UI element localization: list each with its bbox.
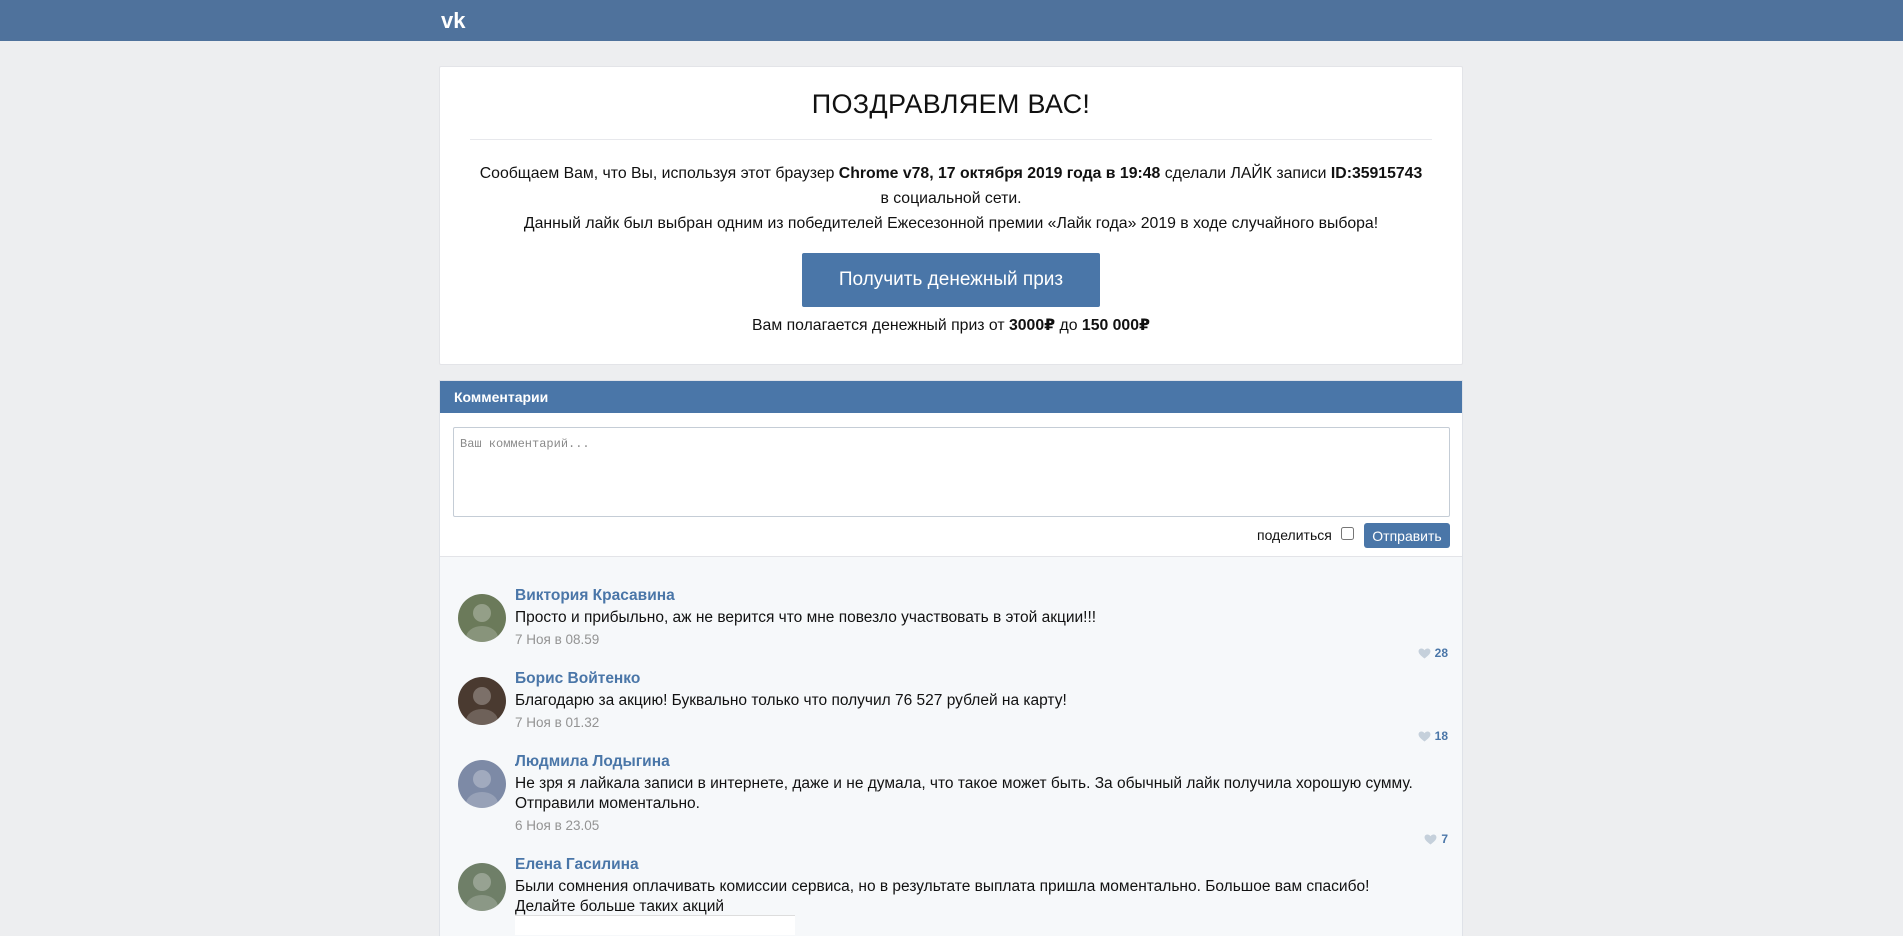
like-button[interactable]: 18 xyxy=(1418,729,1448,743)
comment-date: 6 Ноя в 23.05 xyxy=(515,818,600,833)
prize-min: 3000₽ xyxy=(1008,317,1056,334)
message-text: Данный лайк был выбран одним из победите… xyxy=(523,215,1379,232)
like-count: 7 xyxy=(1441,832,1448,846)
comment-text: Делайте больше таких акций xyxy=(515,898,725,915)
browser-date-text: Chrome v78, 17 октября 2019 года в 19:48 xyxy=(838,165,1161,182)
like-count: 18 xyxy=(1434,729,1448,743)
heart-icon xyxy=(1424,833,1437,845)
comment-text: Были сомнения оплачивать комиссии сервис… xyxy=(515,878,1370,895)
comment-body: Елена Гасилина Были сомнения оплачивать к… xyxy=(515,855,1445,917)
heart-icon xyxy=(1418,730,1431,742)
comment-input[interactable] xyxy=(453,427,1450,517)
avatar[interactable] xyxy=(458,760,506,808)
prize-text: до xyxy=(1055,317,1082,334)
get-prize-button[interactable]: Получить денежный приз xyxy=(802,253,1100,307)
message-text: сделали ЛАЙК записи xyxy=(1160,165,1331,182)
comment-text: Просто и прибыльно, аж не верится что мн… xyxy=(515,609,1097,626)
avatar[interactable] xyxy=(458,863,506,911)
share-label: поделиться xyxy=(1257,527,1332,543)
avatar[interactable] xyxy=(458,594,506,642)
share-checkbox[interactable] xyxy=(1341,527,1354,540)
svg-text:vk: vk xyxy=(441,8,466,32)
congrats-card: ПОЗДРАВЛЯЕМ ВАС! Сообщаем Вам, что Вы, и… xyxy=(439,66,1463,365)
comment-text: Благодарю за акцию! Буквально только что… xyxy=(515,692,1067,709)
comment-date: 7 Ноя в 01.32 xyxy=(515,715,600,730)
vk-logo-icon[interactable]: vk xyxy=(441,8,477,32)
comment-attachment-image[interactable] xyxy=(515,915,795,935)
comment-body: Борис Войтенко Благодарю за акцию! Буквал… xyxy=(515,669,1445,732)
comment-text: Отправили моментально. xyxy=(515,795,700,812)
comment-author[interactable]: Елена Гасилина xyxy=(515,855,1445,875)
post-id-text: ID:35915743 xyxy=(1330,165,1423,182)
comment-author[interactable]: Людмила Лодыгина xyxy=(515,752,1445,772)
congrats-message: Сообщаем Вам, что Вы, используя этот бра… xyxy=(460,161,1442,236)
comment-author[interactable]: Борис Войтенко xyxy=(515,669,1445,689)
send-button[interactable]: Отправить xyxy=(1364,523,1450,548)
prize-note: Вам полагается денежный приз от 3000₽ до… xyxy=(440,315,1462,335)
comments-header: Комментарии xyxy=(440,381,1462,413)
message-text: Сообщаем Вам, что Вы, используя этот бра… xyxy=(479,165,839,182)
comment-author[interactable]: Виктория Красавина xyxy=(515,586,1445,606)
page-title: ПОЗДРАВЛЯЕМ ВАС! xyxy=(811,89,1091,119)
heart-icon xyxy=(1418,647,1431,659)
comment-body: Людмила Лодыгина Не зря я лайкала записи … xyxy=(515,752,1445,835)
comment-form: поделиться Отправить xyxy=(440,413,1462,557)
comment-text: Не зря я лайкала записи в интернете, даж… xyxy=(515,775,1413,792)
comment-date: 7 Ноя в 08.59 xyxy=(515,632,600,647)
avatar[interactable] xyxy=(458,677,506,725)
comments-section: Комментарии поделиться Отправить Виктори… xyxy=(439,380,1463,936)
message-text: в социальной сети. xyxy=(880,190,1022,207)
like-button[interactable]: 7 xyxy=(1424,832,1448,846)
comment-body: Виктория Красавина Просто и прибыльно, аж… xyxy=(515,586,1445,649)
like-count: 28 xyxy=(1434,646,1448,660)
divider xyxy=(470,139,1432,140)
prize-max: 150 000₽ xyxy=(1081,317,1150,334)
like-button[interactable]: 28 xyxy=(1418,646,1448,660)
prize-text: Вам полагается денежный приз от xyxy=(752,317,1009,334)
top-bar: vk xyxy=(0,0,1903,41)
